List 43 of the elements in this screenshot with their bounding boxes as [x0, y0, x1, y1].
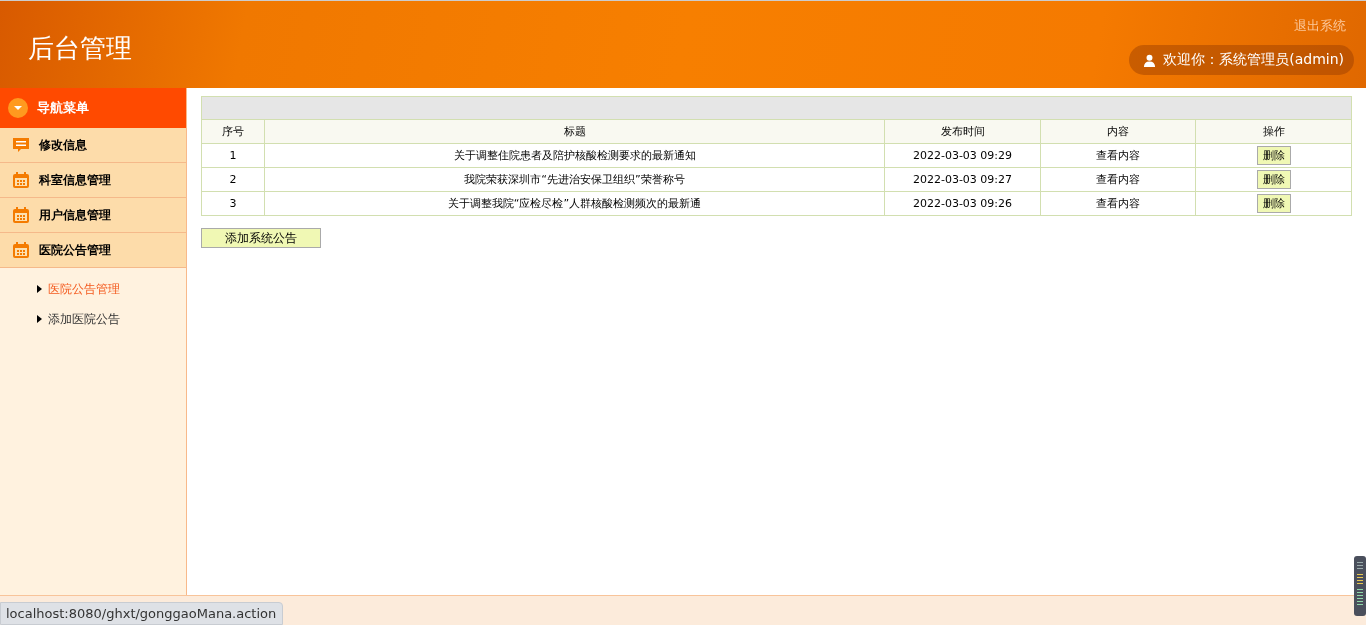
column-header: 内容 — [1040, 119, 1196, 144]
table-cell: 我院荣获深圳市“先进治安保卫组织”荣誉称号 — [264, 167, 885, 192]
submenu-link[interactable]: 添加医院公告 — [48, 310, 120, 328]
table-cell: 3 — [201, 191, 265, 216]
column-header: 操作 — [1195, 119, 1352, 144]
delete-button[interactable]: 删除 — [1256, 194, 1291, 213]
side-widget-drawing — [1354, 556, 1366, 616]
column-header: 标题 — [264, 119, 885, 144]
delete-button[interactable]: 删除 — [1256, 170, 1291, 189]
table-cell: 2022-03-03 09:29 — [884, 143, 1041, 168]
table-cell: 2022-03-03 09:27 — [884, 167, 1041, 192]
delete-button[interactable]: 删除 — [1256, 146, 1291, 165]
menu-group-label: 科室信息管理 — [39, 171, 111, 189]
welcome-text: 欢迎你：系统管理员(admin) — [1163, 51, 1344, 69]
menu-group[interactable]: 医院公告管理 — [0, 233, 186, 268]
status-url-tooltip: localhost:8080/ghxt/gonggaoMana.action — [0, 602, 284, 625]
column-header: 发布时间 — [884, 119, 1041, 144]
speech-bubble-icon — [12, 136, 30, 154]
menu-group[interactable]: 用户信息管理 — [0, 198, 186, 233]
menu-group-label: 用户信息管理 — [39, 206, 111, 224]
app-title: 后台管理 — [28, 32, 132, 65]
table-cell: 关于调整住院患者及陪护核酸检测要求的最新通知 — [264, 143, 885, 168]
caret-down-icon — [8, 98, 28, 118]
triangle-right-icon — [37, 285, 42, 293]
table-cell: 2 — [201, 167, 265, 192]
view-content-link[interactable]: 查看内容 — [1096, 197, 1140, 210]
user-icon — [1143, 53, 1157, 67]
table-cell: 2022-03-03 09:26 — [884, 191, 1041, 216]
calendar-icon — [12, 206, 30, 224]
menu-group[interactable]: 修改信息 — [0, 128, 186, 163]
menu-group[interactable]: 科室信息管理 — [0, 163, 186, 198]
nav-menu-title: 导航菜单 — [37, 99, 89, 117]
table-cell: 关于调整我院“应检尽检”人群核酸检测频次的最新通 — [264, 191, 885, 216]
menu-group-label: 修改信息 — [39, 136, 87, 154]
menu-group-label: 医院公告管理 — [39, 241, 111, 259]
calendar-icon — [12, 241, 30, 259]
calendar-icon — [12, 171, 30, 189]
view-content-link[interactable]: 查看内容 — [1096, 173, 1140, 186]
triangle-right-icon — [37, 315, 42, 323]
table-cell: 1 — [201, 143, 265, 168]
view-content-link[interactable]: 查看内容 — [1096, 149, 1140, 162]
column-header: 序号 — [201, 119, 265, 144]
add-notice-button[interactable]: 添加系统公告 — [201, 228, 321, 248]
